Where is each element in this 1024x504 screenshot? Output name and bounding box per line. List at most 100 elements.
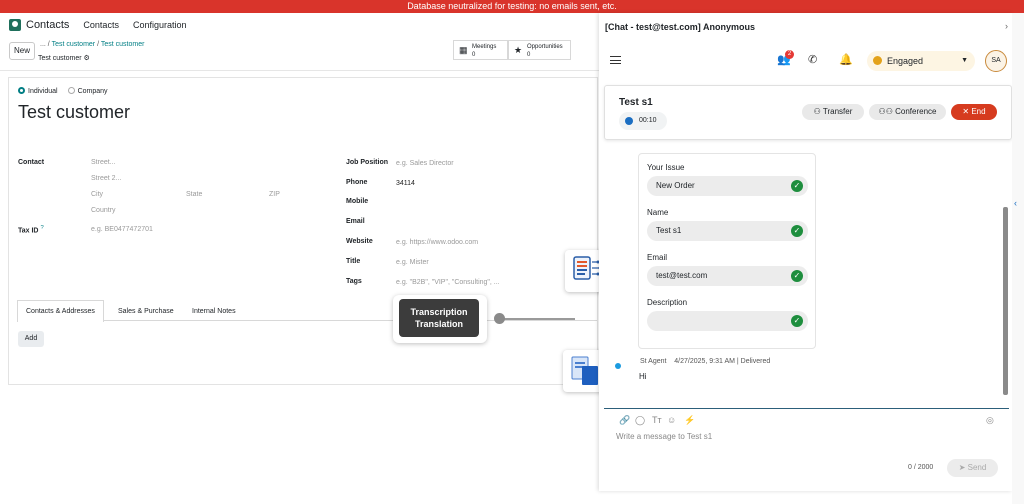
agent-status-select[interactable]: Engaged ▼: [867, 51, 975, 71]
taxid-label-text: Tax ID: [18, 227, 39, 235]
mobile-label: Mobile: [346, 198, 369, 205]
side-edge-strip: [1012, 13, 1024, 504]
tags-input[interactable]: e.g. "B2B", "VIP", "Consulting", ...: [396, 279, 500, 286]
agent-icon: [615, 363, 621, 369]
chat-scrollbar[interactable]: [1003, 142, 1009, 406]
opportunities-count: 0: [527, 52, 531, 58]
nav-configuration[interactable]: Configuration: [133, 20, 187, 30]
close-icon: ✕: [962, 107, 972, 116]
job-input[interactable]: e.g. Sales Director: [396, 160, 454, 167]
form-field-value-text: Test s1: [656, 226, 682, 235]
avatar[interactable]: SA: [985, 50, 1007, 72]
test-banner: Database neutralized for testing: no ema…: [0, 0, 1024, 13]
breadcrumb-ellipsis[interactable]: ...: [40, 41, 46, 48]
meetings-count: 0: [472, 52, 476, 58]
country-input[interactable]: Country: [91, 207, 116, 214]
prechat-form-card: Your Issue New Order ✓ Name Test s1 ✓ Emai…: [638, 153, 816, 349]
form-field-value: New Order ✓: [647, 176, 808, 196]
form-field-label: Your Issue: [647, 163, 685, 172]
send-label: Send: [967, 463, 987, 472]
emoji-icon[interactable]: ☺: [667, 415, 676, 425]
phone-icon[interactable]: ✆: [808, 53, 817, 66]
scrollbar-thumb[interactable]: [1003, 207, 1008, 395]
tab-contacts-addresses[interactable]: Contacts & Addresses: [17, 300, 104, 322]
radio-individual[interactable]: Individual: [18, 87, 58, 95]
email-label: Email: [346, 218, 365, 225]
character-count: 0 / 2000: [908, 464, 934, 471]
connector-handle[interactable]: [494, 313, 505, 324]
form-field-value: Test s1 ✓: [647, 221, 808, 241]
form-field-label: Email: [647, 253, 668, 262]
bell-icon[interactable]: 🔔: [839, 53, 853, 66]
meetings-smart-button[interactable]: ▦ Meetings 0: [453, 40, 508, 60]
transfer-label: Transfer: [822, 107, 853, 116]
title-input[interactable]: e.g. Mister: [396, 259, 429, 266]
nav-contacts[interactable]: Contacts: [83, 20, 119, 30]
form-field-label: Description: [647, 298, 688, 307]
transcription-translation-button[interactable]: Transcription Translation: [399, 299, 479, 337]
close-icon[interactable]: ›: [1005, 21, 1008, 31]
phone-input[interactable]: 34114: [396, 180, 415, 187]
end-button[interactable]: ✕ End: [951, 104, 997, 120]
phone-label: Phone: [346, 179, 368, 186]
ai-assist-icon[interactable]: ◎: [986, 415, 994, 426]
new-button[interactable]: New: [9, 42, 35, 60]
form-field-value: test@test.com ✓: [647, 266, 808, 286]
send-button[interactable]: ➤ Send: [947, 459, 998, 477]
record-name: Test customer ⚙: [38, 54, 90, 62]
website-input[interactable]: e.g. https://www.odoo.com: [396, 239, 478, 246]
chevron-left-icon[interactable]: ‹: [1014, 198, 1017, 208]
partner-name-input[interactable]: Test customer: [18, 102, 130, 123]
call-timer: 00:10: [619, 112, 667, 130]
street2-input[interactable]: Street 2...: [91, 175, 121, 182]
breadcrumb: ... / Test customer / Test customer: [40, 41, 145, 48]
opportunities-smart-button[interactable]: ★ Opportunities 0: [508, 40, 571, 60]
breadcrumb-link-2[interactable]: Test customer: [101, 41, 145, 48]
gear-icon[interactable]: ⚙: [84, 55, 90, 62]
tab-sales-purchase[interactable]: Sales & Purchase: [109, 300, 183, 321]
taxid-help-icon[interactable]: ?: [40, 225, 43, 231]
add-button[interactable]: Add: [18, 331, 44, 347]
conference-button[interactable]: ⚇⚇ Conference: [869, 104, 946, 120]
transcription-label: Transcription: [410, 307, 468, 317]
form-field-value: ✓: [647, 311, 808, 331]
message-meta: St Agent 4/27/2025, 9:31 AM | Delivered: [640, 358, 771, 365]
opportunities-label: Opportunities: [527, 44, 563, 50]
breadcrumb-link-1[interactable]: Test customer: [52, 41, 96, 48]
conference-icon: ⚇⚇: [878, 107, 896, 116]
star-icon: ★: [514, 45, 523, 55]
whatsapp-icon[interactable]: ◯: [635, 415, 645, 426]
end-label: End: [971, 107, 986, 116]
send-icon: ➤: [958, 463, 968, 472]
radio-company-label: Company: [77, 88, 108, 95]
bolt-icon[interactable]: ⚡: [684, 415, 695, 426]
menu-icon[interactable]: [610, 56, 621, 64]
form-field-value-text: New Order: [656, 181, 695, 190]
check-icon: ✓: [791, 315, 803, 327]
conversation-header: Test s1 00:10 ⚇ Transfer ⚇⚇ Conference ✕…: [604, 85, 1012, 140]
state-input[interactable]: State: [186, 191, 202, 198]
city-input[interactable]: City: [91, 191, 103, 198]
street-input[interactable]: Street...: [91, 159, 116, 166]
check-icon: ✓: [791, 225, 803, 237]
message-input[interactable]: Write a message to Test s1: [616, 432, 712, 441]
radio-company[interactable]: Company: [67, 87, 108, 95]
text-format-icon[interactable]: Tт: [652, 415, 662, 425]
timer-value: 00:10: [639, 117, 657, 124]
transfer-button[interactable]: ⚇ Transfer: [802, 104, 864, 120]
contacts-app-icon[interactable]: [9, 19, 21, 31]
job-label: Job Position: [346, 159, 388, 166]
chevron-down-icon: ▼: [961, 57, 968, 64]
check-icon: ✓: [791, 270, 803, 282]
app-name[interactable]: Contacts: [26, 19, 69, 31]
message-text: Hi: [639, 372, 647, 381]
attachment-icon[interactable]: 🔗: [619, 415, 630, 426]
taxid-input[interactable]: e.g. BE0477472701: [91, 226, 153, 233]
conference-label: Conference: [895, 107, 937, 116]
translation-label: Translation: [414, 319, 463, 329]
calendar-icon: ▦: [459, 45, 468, 55]
tags-label: Tags: [346, 278, 362, 285]
transcription-translation-widget[interactable]: Transcription Translation: [393, 295, 487, 343]
zip-input[interactable]: ZIP: [269, 191, 280, 198]
tab-internal-notes[interactable]: Internal Notes: [183, 300, 245, 321]
